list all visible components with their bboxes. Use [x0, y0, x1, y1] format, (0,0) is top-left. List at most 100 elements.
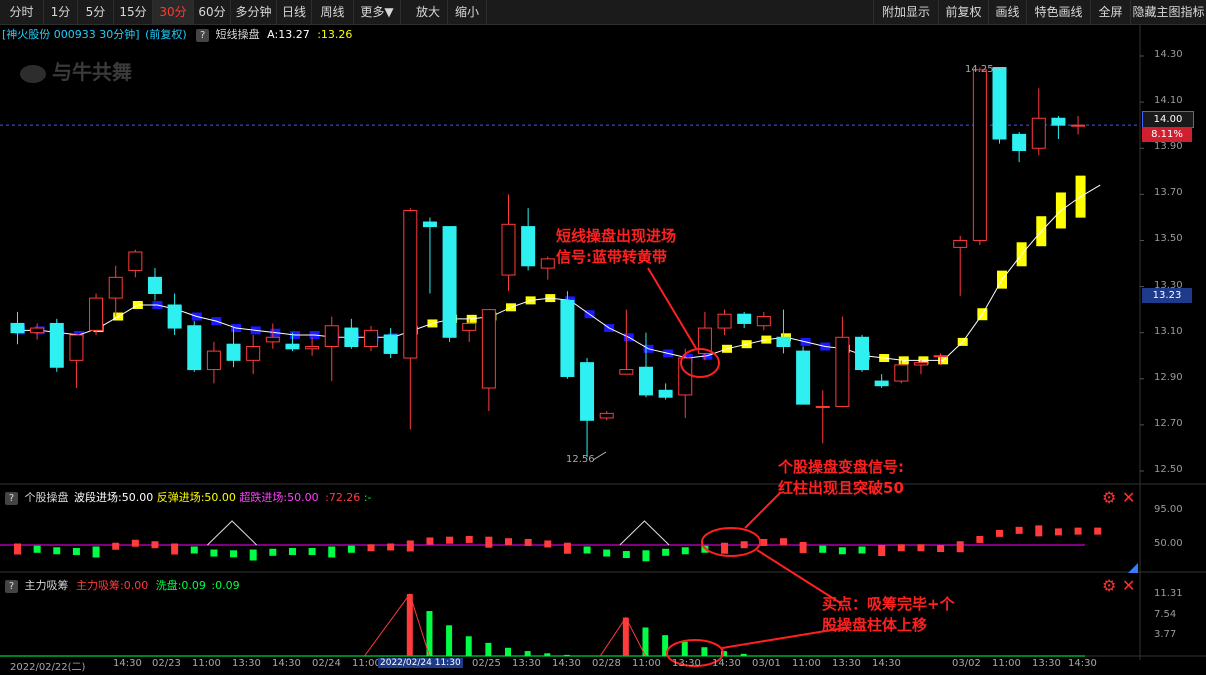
candle-body-50 [992, 67, 1007, 140]
candle-body-54 [1071, 124, 1086, 127]
op-bar-49 [976, 535, 984, 543]
absorb-bar-38 [760, 655, 767, 656]
annotation-entry-line1: 短线操盘出现进场 [556, 227, 677, 245]
candle-body-22 [442, 226, 457, 338]
candle-body-41 [815, 405, 830, 408]
low-marker-arrow [592, 451, 607, 461]
panel2-l4: :72.26 [325, 491, 361, 504]
candle-body-13 [265, 336, 280, 343]
candle-body-49 [972, 69, 987, 241]
panel2-title[interactable]: 个股操盘 [25, 491, 69, 504]
op-bar-43 [858, 546, 866, 554]
absorb-bar-34 [681, 641, 688, 656]
candle-body-44 [874, 380, 889, 387]
candle-body-52 [1031, 117, 1046, 149]
candle-body-7 [147, 276, 162, 294]
annotation-change-line2: 红柱出现且突破50 [778, 479, 904, 497]
candle-body-40 [796, 350, 811, 405]
current-price-tag: 14.00 [1142, 111, 1194, 128]
op-bar-8 [171, 543, 179, 555]
absorb-bar-37 [740, 653, 747, 656]
candle-body-16 [324, 325, 339, 347]
time-label-17: 11:00 [792, 658, 821, 669]
op-bar-3 [72, 548, 80, 556]
candle-body-15 [305, 346, 320, 350]
time-label-5: 14:30 [272, 658, 301, 669]
panel3-title[interactable]: 主力吸筹 [25, 579, 69, 592]
op-bar-30 [603, 549, 611, 557]
time-label-13: 11:00 [632, 658, 661, 669]
panel2-l1: 波段进场:50.00 [74, 491, 154, 504]
op-bar-7 [151, 541, 159, 549]
panel3-l3: :0.09 [211, 579, 240, 592]
op-bar-19 [387, 543, 395, 551]
candle-body-51 [1012, 133, 1027, 152]
candle-body-20 [403, 209, 418, 359]
candle-body-47 [933, 355, 948, 358]
panel2-gear-icon[interactable]: ⚙ [1102, 490, 1116, 506]
op-bar-12 [249, 549, 257, 561]
op-bar-6 [131, 539, 139, 547]
op-bar-21 [426, 537, 434, 545]
panel2-close-icon[interactable]: ✕ [1122, 490, 1135, 506]
panel2-l2: 反弹进场:50.00 [156, 491, 236, 504]
candle-body-32 [638, 366, 653, 396]
candle-body-48 [953, 239, 968, 248]
annotation-change-line1: 个股操盘变盘信号: [778, 458, 904, 476]
annotation-buy-line2: 股操盘柱体上移 [822, 616, 928, 634]
op-bar-37 [740, 541, 748, 549]
candle-body-10 [206, 350, 221, 371]
time-label-10: 13:30 [512, 658, 541, 669]
low-marker: 12.56 [566, 454, 595, 465]
panel3-close-icon[interactable]: ✕ [1122, 578, 1135, 594]
absorb-bar-24 [485, 642, 492, 656]
candle-body-1 [30, 327, 45, 334]
absorb-bar-22 [446, 625, 453, 656]
candle-body-2 [49, 322, 64, 368]
op-bar-28 [563, 542, 571, 554]
annotation-entry-signal: 短线操盘出现进场 信号:蓝带转黄带 [556, 226, 676, 268]
op-bar-14 [288, 548, 296, 556]
annotation-entry-line2: 信号:蓝带转黄带 [556, 248, 667, 266]
candle-body-6 [128, 251, 143, 271]
candle-body-4 [89, 297, 104, 331]
panel2-axis-0: 95.00 [1154, 504, 1183, 515]
absorb-bar-31 [622, 617, 629, 656]
time-label-21: 11:00 [992, 658, 1021, 669]
panel3-gear-icon[interactable]: ⚙ [1102, 578, 1116, 594]
op-bar-46 [917, 544, 925, 552]
op-triangle-2 [619, 520, 670, 546]
op-bar-25 [505, 538, 512, 546]
op-bar-31 [622, 551, 630, 559]
price-label-9: 12.50 [1154, 464, 1183, 475]
ma-line [20, 184, 1101, 361]
panel3-axis-2: 3.77 [1154, 629, 1177, 640]
time-label-2: 02/23 [152, 658, 181, 669]
op-bar-38 [760, 538, 768, 546]
candle-body-27 [540, 258, 555, 269]
time-label-18: 13:30 [832, 658, 861, 669]
time-label-7: 11:00 [352, 658, 381, 669]
kline-chart[interactable] [0, 0, 1206, 675]
op-bar-27 [544, 540, 552, 548]
candle-body-46 [913, 362, 928, 366]
op-bar-13 [269, 548, 277, 556]
absorb-bar-28 [563, 654, 570, 656]
candle-body-0 [10, 322, 25, 334]
op-triangle-1 [207, 520, 258, 546]
panel2-l5: :- [363, 491, 372, 504]
op-bar-42 [838, 547, 846, 555]
arrow-change [744, 492, 781, 529]
panel3-help-button[interactable]: ? [5, 580, 18, 593]
time-label-14: 13:30 [672, 658, 701, 669]
panel2-help-button[interactable]: ? [5, 492, 18, 505]
candle-body-5 [108, 276, 123, 299]
time-label-0: 2022/02/22(二) [10, 662, 86, 673]
op-bar-16 [328, 546, 336, 558]
panel2-header: ? 个股操盘 波段进场:50.00 反弹进场:50.00 超跌进场:50.00 … [5, 489, 372, 505]
cursor-price-tag: 13.23 [1142, 288, 1192, 303]
time-label-1: 14:30 [113, 658, 142, 669]
op-bar-22 [446, 536, 454, 544]
absorb-bar-25 [505, 647, 511, 656]
op-bar-32 [642, 550, 650, 562]
